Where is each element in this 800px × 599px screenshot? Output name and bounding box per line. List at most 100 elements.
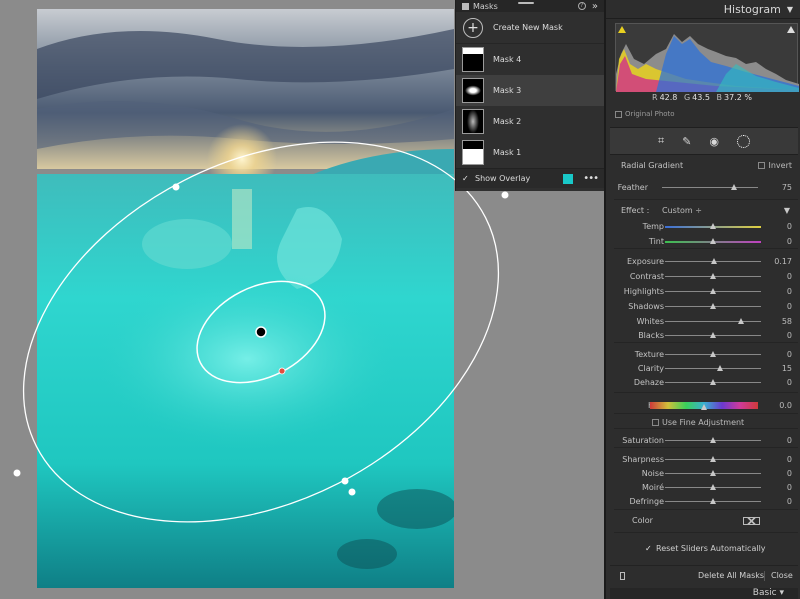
noise-slider-row[interactable]: Noise 0 <box>610 466 798 481</box>
sharpness-track[interactable] <box>665 456 761 462</box>
create-new-mask-button[interactable]: + Create New Mask <box>456 12 604 44</box>
feather-slider-row[interactable]: Feather 75 <box>610 180 798 195</box>
dehaze-track[interactable] <box>665 379 761 385</box>
temp-slider-row[interactable]: Temp 0 <box>610 219 798 234</box>
hue-knob[interactable] <box>701 404 707 410</box>
tint-slider-row[interactable]: Tint 0 <box>610 234 798 249</box>
highlights-knob[interactable] <box>710 288 716 294</box>
hue-slider-row[interactable]: Hue0.0 <box>610 398 798 413</box>
shadows-track[interactable] <box>665 303 761 309</box>
delete-all-masks-button[interactable]: Delete All Masks <box>698 571 764 580</box>
texture-knob[interactable] <box>710 351 716 357</box>
red-eye-icon[interactable]: ◉ <box>709 135 719 148</box>
color-swatch-none[interactable] <box>743 516 760 525</box>
toggle-mask-icon[interactable] <box>620 571 625 580</box>
invert-checkbox[interactable] <box>758 162 765 169</box>
saturation-track[interactable] <box>665 437 761 443</box>
mask-1-label: Mask 1 <box>493 148 522 157</box>
histogram-graph[interactable] <box>615 23 799 92</box>
noise-knob[interactable] <box>710 470 716 476</box>
defringe-track[interactable] <box>665 498 761 504</box>
effect-collapse-icon[interactable]: ▼ <box>784 206 790 215</box>
color-row[interactable]: Color <box>610 513 798 528</box>
contrast-track[interactable] <box>665 273 761 279</box>
mask-item-1[interactable]: Mask 1 <box>456 137 604 168</box>
reset-sliders-row[interactable]: ✓ Reset Sliders Automatically <box>610 541 798 556</box>
dehaze-slider-row[interactable]: Dehaze 0 <box>610 375 798 390</box>
sharpness-slider-row[interactable]: Sharpness 0 <box>610 452 798 467</box>
dehaze-knob[interactable] <box>710 379 716 385</box>
clarity-knob[interactable] <box>717 365 724 371</box>
close-button[interactable]: Close <box>771 571 793 580</box>
effect-row[interactable]: Effect : Custom ÷ ▼ <box>610 203 798 218</box>
whites-track[interactable] <box>665 318 761 324</box>
highlight-clipping-icon[interactable] <box>787 26 795 33</box>
noise-track[interactable] <box>665 470 761 476</box>
original-photo-checkbox[interactable] <box>615 110 622 118</box>
moir-knob[interactable] <box>710 484 716 490</box>
show-overlay-checkbox[interactable]: ✓ <box>462 174 470 183</box>
highlights-slider-row[interactable]: Highlights 0 <box>610 284 798 299</box>
exposure-knob[interactable] <box>710 258 717 264</box>
temp-track[interactable] <box>665 222 761 229</box>
highlights-track[interactable] <box>665 288 761 294</box>
shadows-knob[interactable] <box>710 303 716 309</box>
feather-track[interactable] <box>662 184 758 190</box>
effect-preset-dropdown[interactable]: Custom ÷ <box>662 206 702 215</box>
reset-sliders-checkbox[interactable]: ✓ <box>645 544 653 553</box>
collapse-triangle-icon[interactable]: ▼ <box>787 5 793 14</box>
whites-slider-row[interactable]: Whites 58 <box>610 314 798 329</box>
rgb-readout: R 42.8 G 43.5 B 37.2 % <box>606 93 800 102</box>
noise-label: Noise <box>641 469 664 478</box>
histogram-title: Histogram <box>723 2 781 16</box>
healing-icon[interactable]: ✎ <box>682 135 691 148</box>
photo[interactable] <box>37 9 454 588</box>
whites-knob[interactable] <box>737 318 744 324</box>
crop-icon[interactable]: ⌗ <box>658 134 664 148</box>
hue-track[interactable] <box>650 402 758 410</box>
temp-knob[interactable] <box>710 222 716 229</box>
sharpness-knob[interactable] <box>710 456 716 462</box>
moir-slider-row[interactable]: Moiré 0 <box>610 480 798 495</box>
shadows-slider-row[interactable]: Shadows 0 <box>610 299 798 314</box>
photo-image <box>37 9 454 588</box>
shadow-clipping-icon[interactable] <box>618 26 626 33</box>
dehaze-value: 0 <box>786 378 792 387</box>
moir-track[interactable] <box>665 484 761 490</box>
help-icon[interactable]: ? <box>577 2 586 10</box>
drag-grip[interactable] <box>518 2 534 4</box>
contrast-knob[interactable] <box>710 273 716 279</box>
collapse-icon[interactable]: » <box>592 1 598 12</box>
exposure-track[interactable] <box>665 258 761 264</box>
clarity-slider-row[interactable]: Clarity 15 <box>610 361 798 376</box>
saturation-knob[interactable] <box>710 437 716 443</box>
whites-label: Whites <box>636 317 664 326</box>
original-photo-toggle[interactable]: Original Photo <box>615 110 675 118</box>
texture-slider-row[interactable]: Texture 0 <box>610 347 798 362</box>
saturation-slider-row[interactable]: Saturation 0 <box>610 433 798 448</box>
fine-adjustment-row[interactable]: Use Fine Adjustment <box>610 415 798 430</box>
mask-item-3[interactable]: Mask 3 <box>456 75 604 106</box>
defringe-slider-row[interactable]: Defringe 0 <box>610 494 798 509</box>
histogram-header[interactable]: Histogram ▼ <box>606 0 800 19</box>
more-options-icon[interactable]: ••• <box>583 173 599 184</box>
defringe-knob[interactable] <box>710 498 716 504</box>
blacks-slider-row[interactable]: Blacks 0 <box>610 328 798 343</box>
basic-panel-header[interactable]: Basic ▾ <box>610 588 798 599</box>
blacks-knob[interactable] <box>710 332 716 338</box>
clarity-track[interactable] <box>665 365 761 371</box>
exposure-slider-row[interactable]: Exposure 0.17 <box>610 254 798 269</box>
tint-track[interactable] <box>665 237 761 244</box>
mask-item-2[interactable]: Mask 2 <box>456 106 604 137</box>
masking-icon[interactable] <box>737 134 751 148</box>
tint-knob[interactable] <box>710 237 716 244</box>
divider <box>614 199 798 200</box>
feather-knob[interactable] <box>731 184 737 190</box>
overlay-color-swatch[interactable] <box>563 173 574 184</box>
blacks-track[interactable] <box>665 332 761 338</box>
fine-adjustment-checkbox[interactable] <box>652 419 659 426</box>
mask-item-4[interactable]: Mask 4 <box>456 44 604 75</box>
contrast-slider-row[interactable]: Contrast 0 <box>610 269 798 284</box>
texture-track[interactable] <box>665 351 761 357</box>
mask-3-label: Mask 3 <box>493 86 522 95</box>
